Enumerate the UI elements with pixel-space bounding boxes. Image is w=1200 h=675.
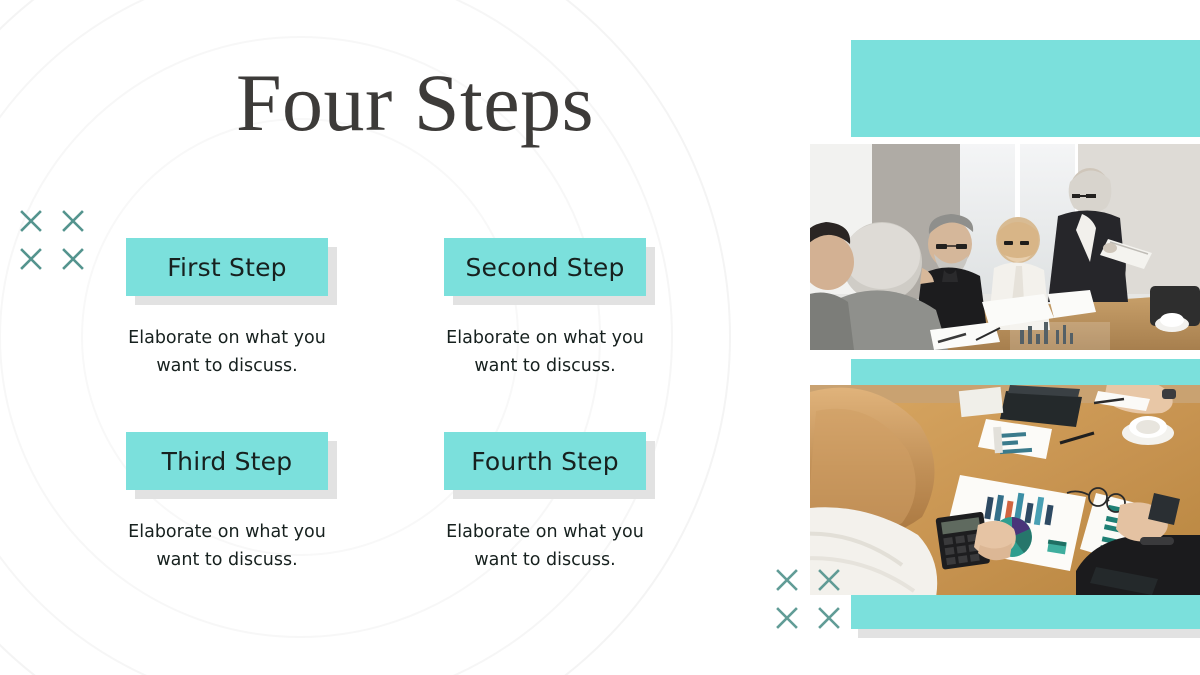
step-description-2: Elaborate on what you want to discuss.	[446, 328, 644, 376]
step-description-3: Elaborate on what you want to discuss.	[128, 522, 326, 570]
x-decoration-cluster-left	[18, 206, 88, 274]
step-label-1: First Step	[167, 252, 287, 282]
slide-canvas: Four Steps First Step Elaborate on what …	[0, 0, 1200, 675]
accent-bar-bottom	[851, 595, 1200, 629]
photo-charts-analysis	[810, 385, 1200, 595]
photo-business-meeting	[810, 144, 1200, 350]
step-box-3[interactable]: Third Step	[126, 432, 328, 490]
accent-bar-top	[851, 40, 1200, 137]
step-box-1[interactable]: First Step	[126, 238, 328, 296]
accent-bar-bottom-shadow	[858, 629, 1200, 638]
step-box-4[interactable]: Fourth Step	[444, 432, 646, 490]
step-label-4: Fourth Step	[471, 446, 619, 476]
step-description-4: Elaborate on what you want to discuss.	[446, 522, 644, 570]
step-label-3: Third Step	[161, 446, 293, 476]
step-label-2: Second Step	[465, 252, 625, 282]
page-title: Four Steps	[235, 57, 595, 148]
x-decoration-cluster-bottom-right	[774, 565, 844, 633]
step-description-1: Elaborate on what you want to discuss.	[128, 328, 326, 376]
step-box-2[interactable]: Second Step	[444, 238, 646, 296]
